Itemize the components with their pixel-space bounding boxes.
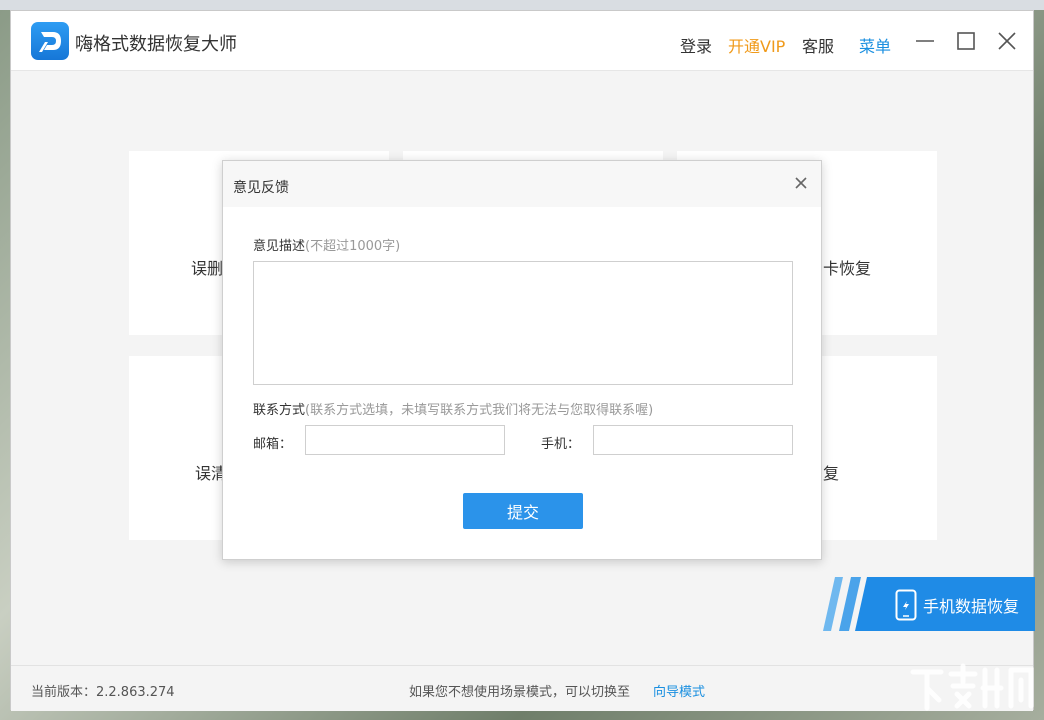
description-label: 意见描述(不超过1000字) (253, 235, 400, 254)
contact-label-text: 联系方式 (253, 403, 306, 418)
minimize-icon[interactable] (913, 29, 937, 53)
title-bar: 嗨格式数据恢复大师 登录 开通VIP 客服 菜单 (11, 11, 1033, 71)
app-logo-icon (31, 22, 69, 60)
maximize-icon[interactable] (954, 29, 978, 53)
description-label-text: 意见描述 (253, 239, 306, 254)
guide-mode-link[interactable]: 向导模式 (653, 681, 705, 700)
mobile-recovery-label: 手机数据恢复 (923, 597, 1020, 616)
status-footer: 当前版本：2.2.863.274 如果您不想使用场景模式，可以切换至 向导模式 (11, 665, 1033, 711)
phone-icon (895, 589, 917, 621)
email-label: 邮箱： (253, 437, 293, 452)
description-hint: (不超过1000字) (305, 239, 401, 254)
feedback-dialog: 意见反馈 意见描述(不超过1000字) 联系方式(联系方式选填，未填写联系方式我… (222, 160, 822, 560)
dialog-header: 意见反馈 (223, 161, 821, 207)
dialog-title: 意见反馈 (233, 180, 289, 196)
menu-link[interactable]: 菜单 (859, 33, 891, 57)
scenario-card-label: 误删 (191, 259, 224, 278)
mode-switch-tip: 如果您不想使用场景模式，可以切换至 (409, 685, 631, 700)
description-textarea[interactable] (253, 261, 793, 385)
login-link[interactable]: 登录 (680, 33, 712, 57)
scenario-card-label: 复 (823, 464, 840, 483)
phone-field[interactable] (593, 425, 793, 455)
scenario-card-label: 卡恢复 (823, 259, 872, 278)
desktop-background-strip (0, 0, 1044, 10)
site-watermark-logo (905, 660, 1040, 718)
app-title: 嗨格式数据恢复大师 (75, 34, 237, 55)
email-field[interactable] (305, 425, 505, 455)
phone-label: 手机： (541, 437, 581, 452)
close-icon[interactable] (995, 29, 1019, 53)
customer-service-link[interactable]: 客服 (802, 33, 834, 57)
vip-link[interactable]: 开通VIP (728, 33, 785, 57)
contact-label: 联系方式(联系方式选填，未填写联系方式我们将无法与您取得联系喔) (253, 399, 653, 418)
mobile-recovery-button[interactable]: 手机数据恢复 (823, 577, 1035, 631)
version-text: 当前版本：2.2.863.274 (31, 685, 175, 700)
submit-button[interactable]: 提交 (463, 493, 583, 529)
dialog-close-icon[interactable] (793, 175, 809, 191)
contact-hint: (联系方式选填，未填写联系方式我们将无法与您取得联系喔) (305, 403, 654, 418)
